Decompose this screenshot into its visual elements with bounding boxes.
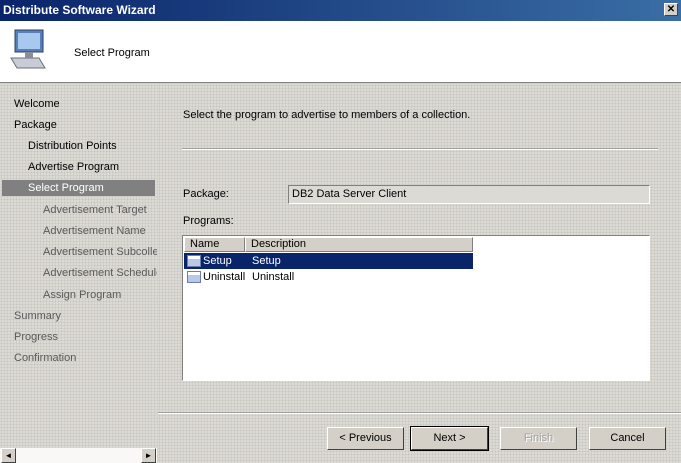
cancel-button[interactable]: Cancel <box>589 427 666 450</box>
package-label: Package: <box>183 188 229 200</box>
program-name: Uninstall <box>203 271 246 283</box>
table-row[interactable]: Uninstall Uninstall <box>184 269 473 285</box>
wizard-steps: Welcome Package Distribution Points Adve… <box>0 84 157 448</box>
step-advertisement-subcollection[interactable]: Advertisement Subcolle <box>43 244 157 260</box>
wizard-header: Select Program <box>0 21 681 83</box>
wizard-content: Select the program to advertise to membe… <box>158 84 681 463</box>
step-advertisement-name[interactable]: Advertisement Name <box>43 223 146 239</box>
programs-list[interactable]: Name Description Setup Setup Uninstall U… <box>182 235 650 381</box>
close-button[interactable]: ✕ <box>664 3 678 16</box>
sidebar-horizontal-scrollbar[interactable]: ◄ ► <box>0 448 157 463</box>
step-assign-program[interactable]: Assign Program <box>43 287 121 303</box>
table-row[interactable]: Setup Setup <box>184 253 473 269</box>
step-progress[interactable]: Progress <box>14 329 58 345</box>
scroll-right-icon[interactable]: ► <box>141 448 156 463</box>
title-bar: Distribute Software Wizard ✕ <box>0 0 681 21</box>
column-header-name[interactable]: Name <box>184 237 245 252</box>
step-package[interactable]: Package <box>14 117 57 133</box>
step-advertisement-schedule[interactable]: Advertisement Schedule <box>43 265 157 281</box>
window-title: Distribute Software Wizard <box>3 3 156 17</box>
step-welcome[interactable]: Welcome <box>14 96 60 112</box>
step-distribution-points[interactable]: Distribution Points <box>28 138 117 154</box>
page-title: Select Program <box>74 47 150 59</box>
instruction-text: Select the program to advertise to membe… <box>183 109 471 121</box>
step-advertise-program[interactable]: Advertise Program <box>28 159 119 175</box>
step-summary[interactable]: Summary <box>14 308 61 324</box>
program-name: Setup <box>203 255 232 267</box>
program-icon <box>187 255 201 267</box>
program-description: Uninstall <box>252 271 295 283</box>
package-field: DB2 Data Server Client <box>288 185 650 204</box>
step-confirmation[interactable]: Confirmation <box>14 350 76 366</box>
step-select-program[interactable]: Select Program <box>2 180 155 196</box>
finish-button[interactable]: Finish <box>500 427 577 450</box>
step-advertisement-target[interactable]: Advertisement Target <box>43 202 147 218</box>
divider <box>182 148 658 150</box>
next-button[interactable]: Next > <box>410 426 489 451</box>
program-icon <box>187 271 201 283</box>
footer-divider <box>158 412 681 414</box>
scroll-left-icon[interactable]: ◄ <box>1 448 16 463</box>
programs-label: Programs: <box>183 215 234 227</box>
program-description: Setup <box>252 255 281 267</box>
previous-button[interactable]: < Previous <box>327 427 404 450</box>
computer-icon <box>10 29 46 69</box>
column-header-description[interactable]: Description <box>245 237 473 252</box>
